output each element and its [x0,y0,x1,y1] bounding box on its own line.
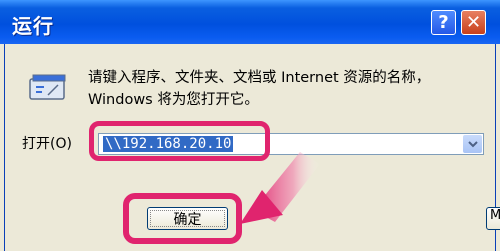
help-icon: ? [438,12,449,33]
chevron-down-icon [467,140,478,147]
ok-button-label: 确定 [173,211,202,228]
dialog-description: 请键入程序、文件夹、文档或 Internet 资源的名称，Windows 将为您… [88,70,431,108]
ok-button[interactable]: 确定 [147,207,228,230]
window-title: 运行 [12,14,54,38]
partial-button-label: M [490,208,500,223]
run-icon [29,74,66,100]
close-button[interactable]: ✕ [461,10,486,35]
title-bar: 运行 ? ✕ [0,0,500,44]
dropdown-button[interactable] [463,135,482,153]
close-icon: ✕ [465,12,482,33]
partial-button[interactable]: M [486,207,500,230]
help-button[interactable]: ? [431,10,456,35]
open-label: 打开(O) [22,136,72,152]
run-dialog: 运行 ? ✕ 请键入程序、文件夹、文档或 Internet 资源的名称，Wind… [0,0,500,251]
input-highlight-annotation [89,121,270,161]
